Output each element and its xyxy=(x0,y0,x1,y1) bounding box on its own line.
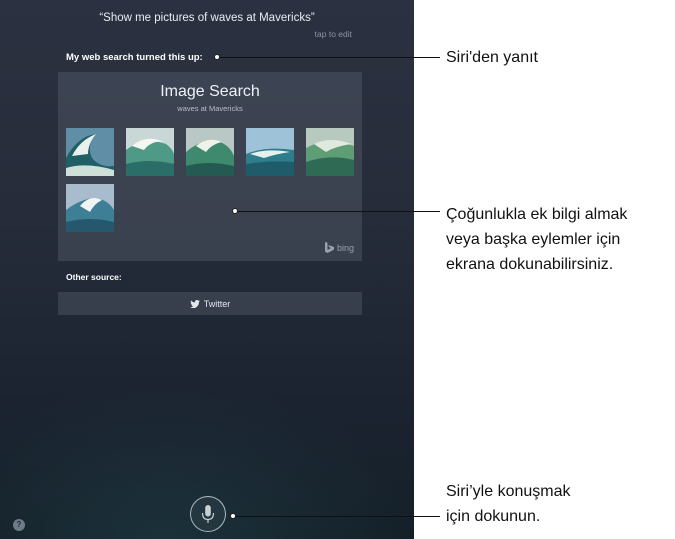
card-subtitle: waves at Mavericks xyxy=(177,104,243,113)
bing-label: bing xyxy=(336,242,354,253)
other-source-label: Other source: xyxy=(66,272,122,282)
twitter-bird-icon xyxy=(189,299,200,308)
spoken-query[interactable]: “Show me pictures of waves at Mavericks” xyxy=(0,12,414,24)
tap-to-edit-hint[interactable]: tap to edit xyxy=(315,29,352,39)
help-icon[interactable]: ? xyxy=(13,519,25,531)
callout-speak-line-1: Siri’yle konuşmak xyxy=(446,483,571,500)
card-title: Image Search xyxy=(160,83,260,100)
siri-screen: “Show me pictures of waves at Mavericks”… xyxy=(0,0,414,539)
wave-thumbnail[interactable] xyxy=(66,184,114,232)
wave-thumbnail[interactable] xyxy=(306,128,354,176)
siri-response-text: My web search turned this up: xyxy=(66,52,203,63)
callout-tap-line-3: ekrana dokunabilirsiniz. xyxy=(446,256,614,273)
callout-line xyxy=(220,57,440,58)
bing-icon xyxy=(324,242,334,253)
callout-line xyxy=(236,516,440,517)
wave-thumbnail[interactable] xyxy=(126,128,174,176)
microphone-icon xyxy=(201,504,214,523)
callout-line xyxy=(238,211,440,212)
wave-thumbnail[interactable] xyxy=(66,128,114,176)
microphone-button[interactable] xyxy=(190,496,226,532)
twitter-label: Twitter xyxy=(203,298,231,309)
figure: “Show me pictures of waves at Mavericks”… xyxy=(0,0,675,539)
image-search-card[interactable]: Image Search waves at Mavericks bing xyxy=(58,72,362,261)
callout-tap-line-1: Çoğunlukla ek bilgi almak xyxy=(446,206,628,223)
callout-response: Siri'den yanıt xyxy=(446,49,538,66)
callout-speak-line-2: için dokunun. xyxy=(446,508,541,525)
callout-tap-line-2: veya başka eylemler için xyxy=(446,231,621,248)
wave-thumbnail[interactable] xyxy=(186,128,234,176)
bing-attribution: bing xyxy=(324,242,354,253)
twitter-source-button[interactable]: Twitter xyxy=(58,292,362,315)
wave-thumbnail[interactable] xyxy=(246,128,294,176)
